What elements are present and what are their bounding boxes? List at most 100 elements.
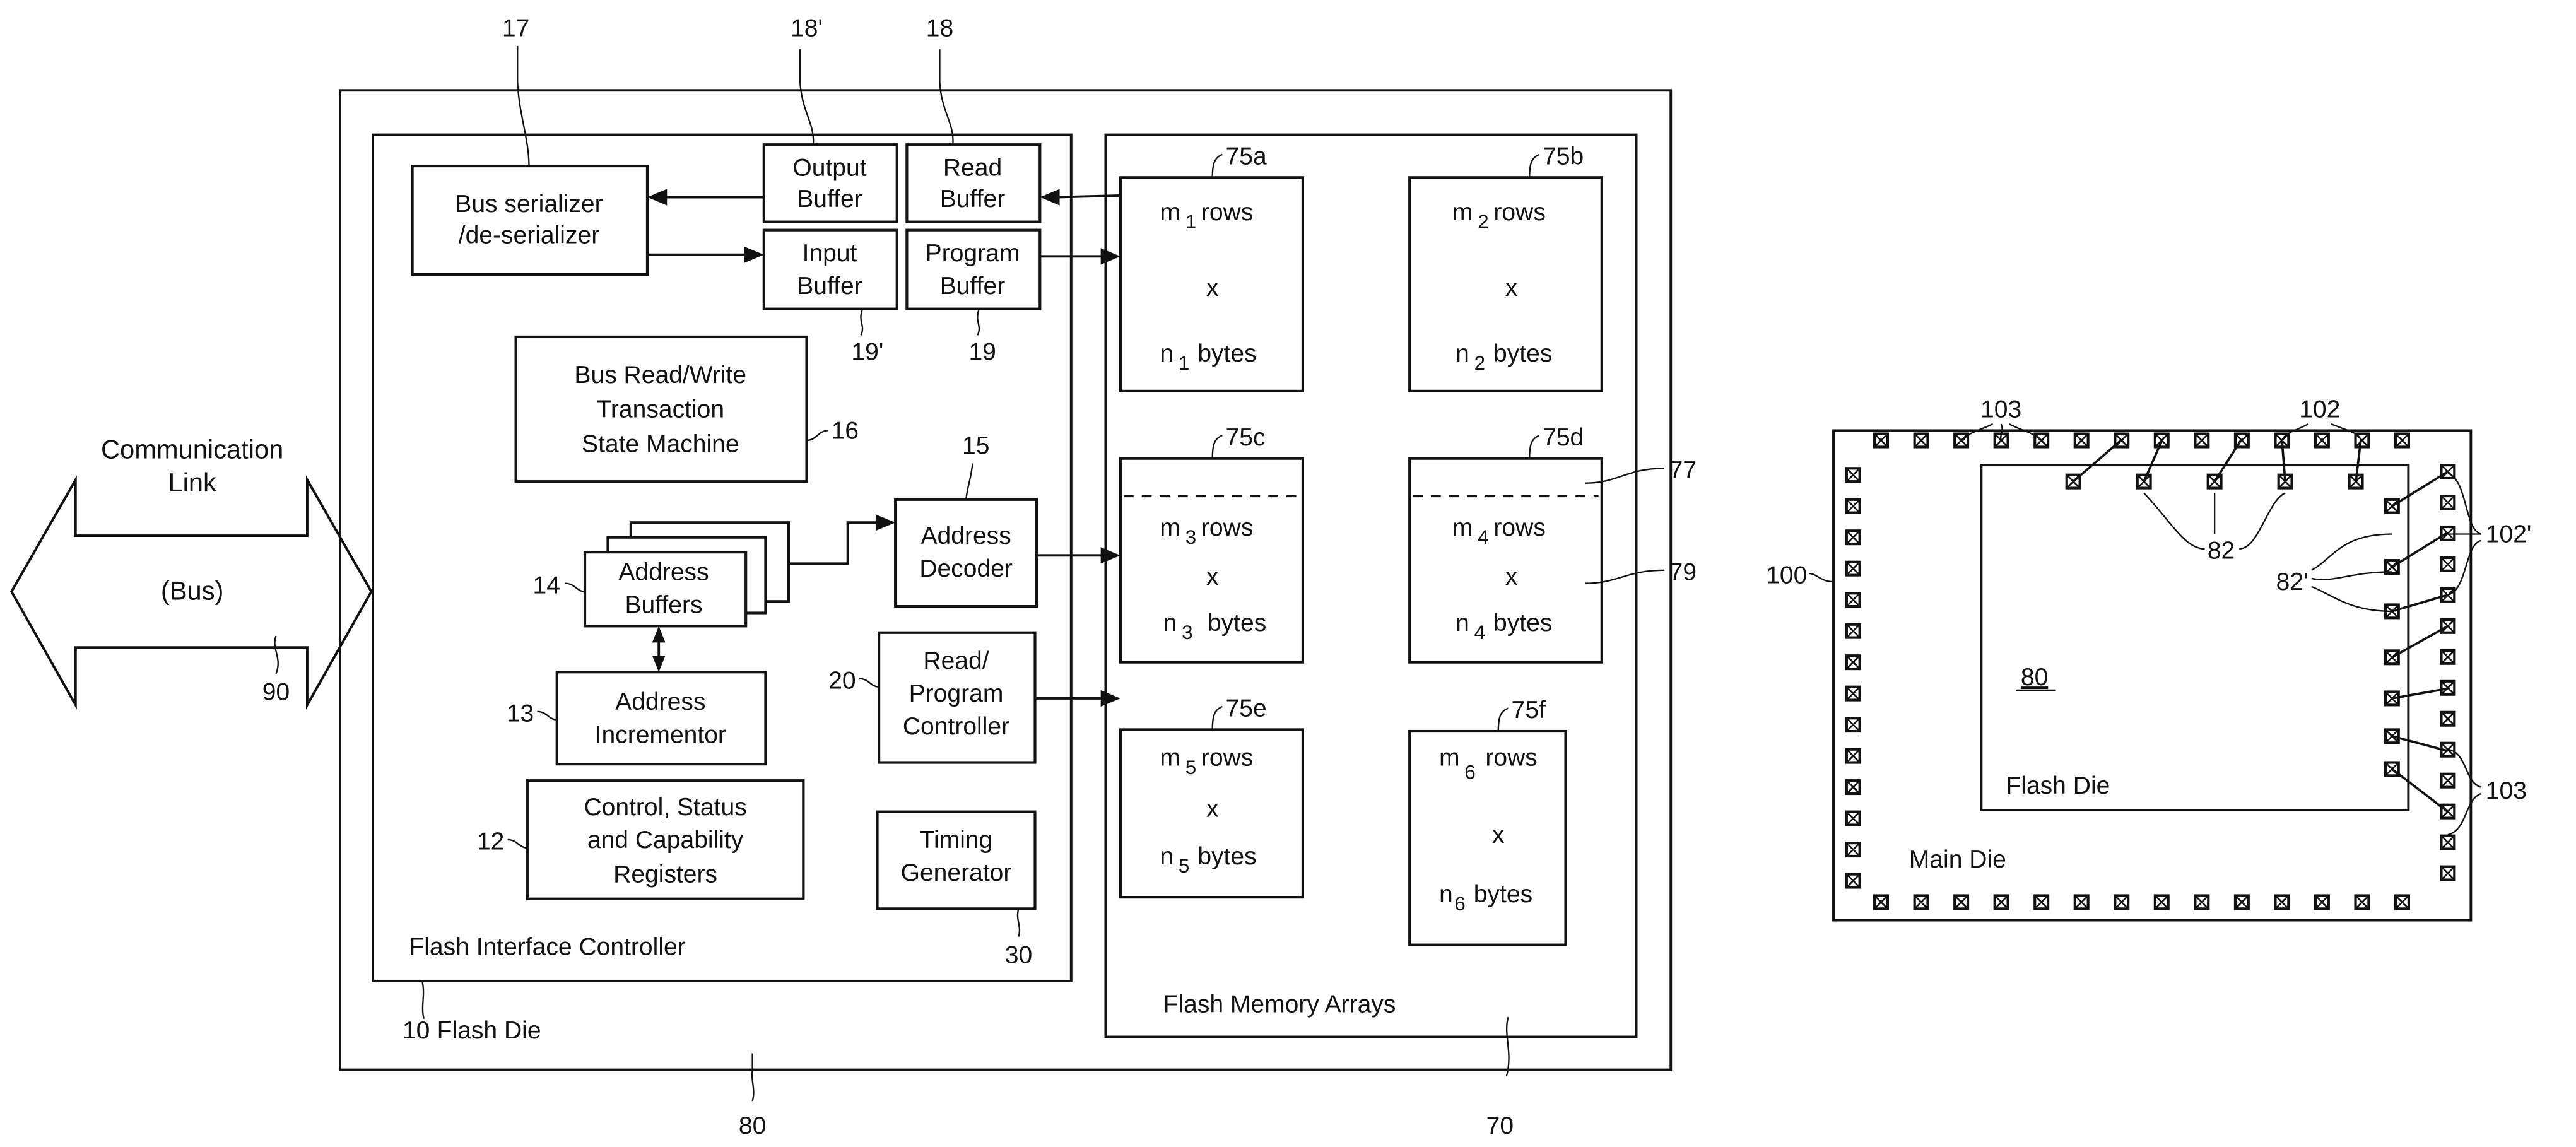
rp-controller-label-2: Program [909, 680, 1004, 707]
memory-array-75e: 75e m 5 rows x n 5 bytes [1119, 695, 1305, 899]
program-buffer-label-2: Buffer [940, 273, 1005, 300]
bond-wire [2391, 768, 2449, 813]
main-die-pad-right [2440, 556, 2456, 572]
bond-wire [2143, 440, 2163, 482]
communication-link-arrow: Communication Link (Bus) 90 [9, 435, 373, 710]
main-die-pad-right [2440, 649, 2456, 665]
address-decoder-label-2: Decoder [919, 555, 1013, 582]
main-die-pad-bottom [2194, 894, 2210, 910]
main-die-pad-right [2440, 494, 2456, 510]
bus-serializer-label-2: /de-serializer [459, 221, 599, 249]
ref-70: 70 [1486, 1112, 1514, 1139]
read-buffer-block: Read Buffer 18 [905, 15, 1042, 223]
flash-die-label-right: Flash Die [2006, 772, 2110, 799]
communication-link-label-1: Communication [101, 435, 283, 464]
main-die-pad-bottom [2153, 894, 2170, 910]
communication-link-label-2: Link [168, 468, 216, 497]
bond-wire [2213, 440, 2242, 483]
main-die-pad-left [1845, 592, 1861, 608]
control-registers-label-3: Registers [613, 861, 717, 888]
output-buffer-label-1: Output [792, 155, 866, 182]
memory-array-75a: 75a m 1 rows x n 1 bytes [1119, 143, 1305, 392]
address-incrementor-label-2: Incrementor [595, 721, 726, 748]
main-die-pad-left [1845, 467, 1861, 483]
main-die-pad-right [2440, 772, 2456, 789]
program-buffer-block: Program Buffer 19 [905, 228, 1042, 365]
main-die-pad-right [2440, 865, 2456, 881]
output-buffer-label-2: Buffer [797, 185, 862, 213]
main-die-pad-bottom [2274, 894, 2290, 910]
main-die-pad-bottom [2033, 894, 2050, 910]
ref-12: 12 [477, 828, 504, 856]
main-die-pad-left [1845, 685, 1861, 702]
main-die-pad-left [1845, 873, 1861, 889]
bus-serializer-label-1: Bus serializer [455, 191, 603, 218]
main-die-pad-top [2073, 432, 2090, 449]
buffer-incrementor-arrow [652, 626, 666, 673]
main-die-pad-left [1845, 810, 1861, 826]
bond-wire [2391, 625, 2449, 659]
array-x: x [1492, 821, 1505, 849]
ref-13: 13 [507, 700, 534, 727]
address-buffers-label-2: Buffers [625, 592, 703, 619]
patent-figure: Communication Link (Bus) 90 80 10 Flash … [9, 15, 2532, 1139]
bus-rw-label-1: Bus Read/Write [574, 362, 746, 389]
ref-75f: 75f [1512, 697, 1546, 724]
ref-79: 79 [1669, 558, 1697, 585]
bus-label: (Bus) [161, 576, 224, 606]
flash-die-ref-right: 80 [2021, 664, 2048, 691]
main-die-pad-top [2314, 432, 2330, 449]
control-registers-label-2: and Capability [587, 826, 744, 854]
ref-16: 16 [832, 417, 859, 444]
ref-102: 102 [2299, 396, 2340, 423]
array-x: x [1505, 274, 1518, 302]
main-die-pad-bottom [2114, 894, 2130, 910]
ref-90: 90 [262, 679, 290, 706]
ref-14: 14 [533, 572, 560, 599]
ref-19-prime: 19' [851, 338, 883, 365]
main-die-pad-bottom [2354, 894, 2370, 910]
memory-array-75f: 75f m6rows x n 6 bytes [1408, 697, 1567, 946]
address-decoder-block: Address Decoder 15 [894, 432, 1120, 608]
ref-15: 15 [962, 432, 989, 459]
ref-17: 17 [502, 15, 529, 42]
timing-generator-label-1: Timing [920, 826, 993, 854]
ref-82-prime: 82' [2276, 568, 2308, 596]
main-die-pad-bottom [1993, 894, 2009, 910]
bond-wire [2391, 531, 2449, 568]
array-x: x [1206, 795, 1219, 822]
ref-102-prime: 102' [2486, 521, 2532, 548]
flash-die-box [1980, 464, 2410, 812]
ref-20: 20 [828, 667, 856, 694]
ref-10: 10 [403, 1017, 430, 1044]
main-die-pad-bottom [1873, 894, 1890, 910]
timing-generator-label-2: Generator [901, 859, 1012, 886]
main-die-pad-left [1845, 623, 1861, 639]
main-die-pad-left [1845, 717, 1861, 733]
array-x: x [1206, 274, 1219, 302]
ref-82: 82 [2208, 538, 2235, 565]
control-registers-label-1: Control, Status [584, 794, 746, 821]
ref-103-top: 103 [1980, 396, 2021, 423]
main-die-label: Main Die [1909, 846, 2006, 873]
main-die-pad-left [1845, 842, 1861, 858]
bond-pads [1845, 432, 2456, 910]
control-registers-block: Control, Status and Capability Registers… [477, 779, 805, 900]
ref-18-prime: 18' [791, 15, 823, 42]
read-program-controller-block: Read/ Program Controller 20 [828, 631, 1120, 764]
ref-30: 30 [1005, 941, 1032, 968]
flash-die-pad-right [2384, 649, 2400, 666]
main-die-pad-right [2440, 710, 2456, 727]
flash-die-label: Flash Die [437, 1017, 541, 1044]
read-buffer-label-2: Buffer [940, 185, 1005, 213]
ref-80-bottom: 80 [739, 1112, 766, 1139]
flash-interface-controller-label: Flash Interface Controller [409, 933, 685, 960]
output-buffer-block: Output Buffer 18' [762, 15, 898, 223]
bus-rw-label-2: Transaction [597, 396, 725, 423]
main-die-pad-bottom [2314, 894, 2330, 910]
bond-wire [2392, 687, 2449, 700]
input-buffer-label-1: Input [803, 240, 857, 267]
ref-75c: 75c [1226, 424, 1266, 451]
ref-75b: 75b [1543, 143, 1584, 170]
main-die-pad-left [1845, 560, 1861, 577]
